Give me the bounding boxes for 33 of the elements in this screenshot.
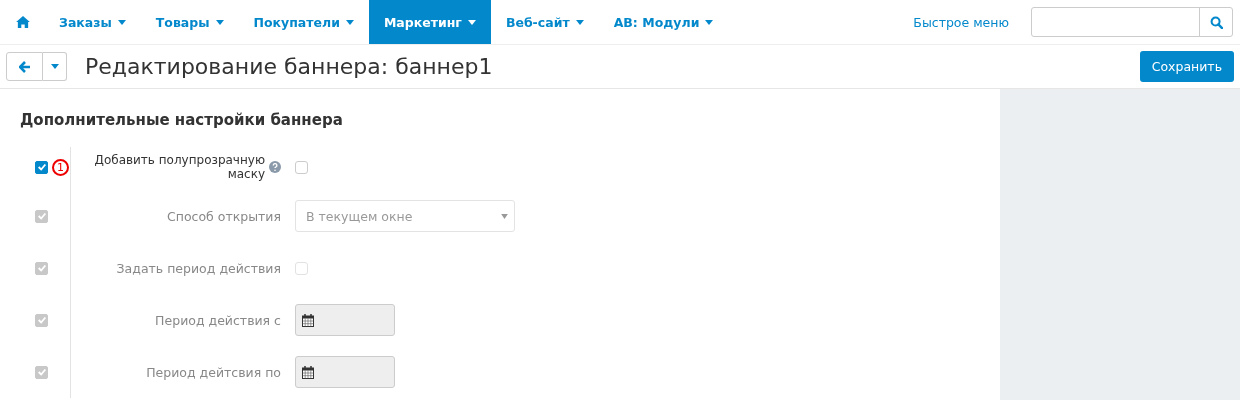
nav-menu-item[interactable]: AB: Модули (598, 0, 729, 44)
page-title: Редактирование баннера: баннер1 (85, 54, 493, 79)
field-label: Период дейтсвия по (146, 364, 281, 380)
quick-menu-link[interactable]: Быстрое меню (913, 14, 1009, 30)
field-label: Период действия с (155, 312, 281, 328)
caret-icon (575, 19, 584, 25)
save-button[interactable]: Сохранить (1139, 51, 1234, 82)
dropdown-button[interactable] (43, 52, 67, 81)
caret-icon (467, 19, 476, 25)
back-button[interactable] (6, 52, 43, 81)
field-label: Способ открытия (167, 208, 281, 224)
caret-icon (117, 19, 126, 25)
nav-menu-item[interactable]: Маркетинг (368, 0, 491, 44)
caret-icon (501, 213, 508, 219)
back-arrow-icon (18, 60, 31, 73)
nav-menu-item[interactable]: Товары (140, 0, 239, 44)
annotation-marker: 1 (52, 158, 69, 176)
search-field[interactable] (1031, 7, 1233, 37)
caret-icon (50, 64, 59, 69)
nav-menu-item[interactable]: Веб-сайт (490, 0, 599, 44)
caret-icon (215, 19, 224, 25)
section-title: Дополнительные настройки баннера (20, 111, 344, 129)
field-label: Задать период действия (116, 260, 281, 276)
calendar-icon (302, 365, 314, 379)
checkbox[interactable] (35, 160, 48, 174)
caret-icon (345, 19, 354, 25)
help-icon[interactable] (269, 161, 281, 173)
nav-menu-item[interactable]: Покупатели (238, 0, 369, 44)
field-label: Добавить полупрозрачную маску (93, 153, 265, 181)
nav-menu-item[interactable]: Заказы (44, 0, 141, 44)
calendar-icon (302, 313, 314, 327)
caret-icon (705, 19, 714, 25)
checkbox[interactable] (295, 160, 308, 174)
